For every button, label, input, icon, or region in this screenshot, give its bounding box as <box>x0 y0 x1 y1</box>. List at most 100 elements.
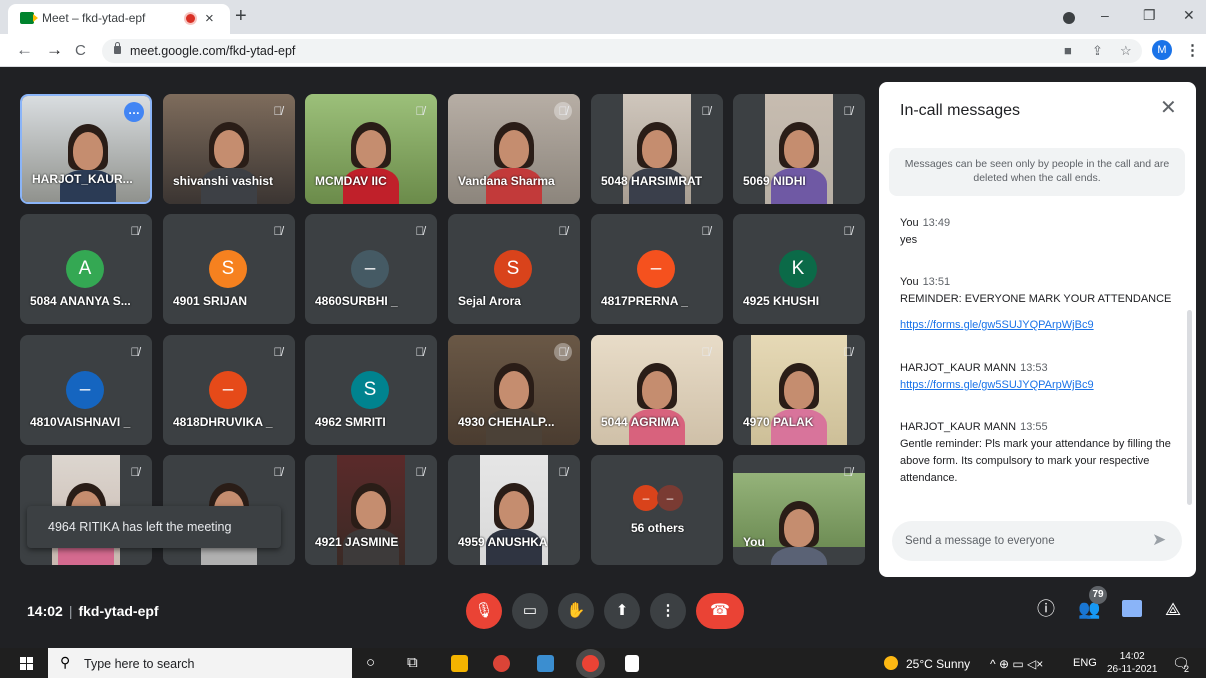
message-input[interactable]: Send a message to everyone ➤ <box>892 521 1182 561</box>
message-text: REMINDER: EVERYONE MARK YOUR ATTENDANCE <box>900 293 1172 305</box>
weather-text[interactable]: 25°C Sunny <box>906 657 970 671</box>
participant-name: 4959 ANUSHKA <box>458 535 548 549</box>
back-arrow-icon[interactable]: ← <box>16 41 33 59</box>
participant-tile[interactable]: 4921 JASMINE 🎙̸ <box>305 455 437 565</box>
participant-tile[interactable]: 4970 PALAK 🎙̸ <box>733 335 865 445</box>
participant-avatar: S <box>351 371 389 409</box>
new-tab-button[interactable]: + <box>235 6 247 26</box>
participant-tile[interactable]: You 🎙̸ <box>733 455 865 565</box>
participant-avatar: A <box>66 250 104 288</box>
participant-name: MCMDAV IIC <box>315 174 387 188</box>
participant-tile[interactable]: S 4962 SMRITI 🎙̸ <box>305 335 437 445</box>
restore-button[interactable]: ❐ <box>1143 6 1156 24</box>
minimize-button[interactable]: – <box>1101 6 1109 24</box>
share-icon[interactable]: ⇪ <box>1092 43 1103 59</box>
mic-muted-icon: 🎙̸ <box>415 224 425 238</box>
participant-tile[interactable]: S Sejal Arora 🎙̸ <box>448 214 580 324</box>
forward-arrow-icon[interactable]: → <box>46 41 63 59</box>
raise-hand-button[interactable]: ✋ <box>558 593 594 629</box>
participant-name: Sejal Arora <box>458 294 521 308</box>
participant-name: 4925 KHUSHI <box>743 294 820 308</box>
file-explorer-icon[interactable] <box>451 655 468 672</box>
send-icon[interactable]: ➤ <box>1152 531 1166 549</box>
browser-menu-icon[interactable]: ⋮ <box>1185 41 1200 59</box>
mic-muted-icon: 🎙̸ <box>701 345 711 359</box>
message-sender: HARJOT_KAUR MANN <box>900 362 1017 374</box>
chat-icon[interactable] <box>1122 600 1142 617</box>
chrome-icon[interactable] <box>493 655 510 672</box>
leave-call-button[interactable]: ☎ <box>696 593 744 629</box>
profile-avatar[interactable]: M <box>1152 40 1172 60</box>
mic-muted-icon: 🎙̸ <box>843 345 853 359</box>
taskbar-clock[interactable]: 14:02 26-11-2021 <box>1107 650 1157 676</box>
participant-tile[interactable]: K 4925 KHUSHI 🎙̸ <box>733 214 865 324</box>
meeting-details[interactable]: 14:02 | fkd-ytad-epf <box>27 603 159 619</box>
participant-avatar: – <box>66 371 104 409</box>
message-text: Gentle reminder: Pls mark your attendanc… <box>900 438 1171 484</box>
participant-name: 4818DHRUVIKA _ <box>173 415 273 429</box>
address-bar[interactable]: meet.google.com/fkd-ytad-epf ■ ⇪ ☆ <box>102 39 1142 63</box>
window-close-button[interactable]: ✕ <box>1183 6 1195 24</box>
reload-icon[interactable]: C <box>75 42 86 60</box>
message-time: 13:53 <box>1020 362 1048 374</box>
participant-tile[interactable]: Vandana Sharma 🎙̸ <box>448 94 580 204</box>
attendance-form-link[interactable]: https://forms.gle/gw5SUJYQPArpWjBc9 <box>900 379 1094 391</box>
bookmark-star-icon[interactable]: ☆ <box>1120 43 1132 59</box>
participant-tile[interactable]: 5048 HARSIMRAT 🎙̸ <box>591 94 723 204</box>
participant-tile[interactable]: HARJOT_KAUR...… <box>20 94 152 204</box>
participant-tile[interactable]: – – 56 others <box>591 455 723 565</box>
others-avatar: – <box>657 485 683 511</box>
participant-tile[interactable]: A 5084 ANANYA S... 🎙̸ <box>20 214 152 324</box>
participant-tile[interactable]: 4930 CHEHALP... 🎙̸ <box>448 335 580 445</box>
mic-muted-icon: 🎙̸ <box>558 465 568 479</box>
camera-icon: ▭ <box>522 602 538 619</box>
cortana-icon[interactable]: ○ <box>366 654 375 672</box>
camera-icon[interactable]: ■ <box>1064 43 1072 58</box>
participant-tile[interactable]: 5044 AGRIMA 🎙̸ <box>591 335 723 445</box>
clock-time: 14:02 <box>1119 651 1145 662</box>
chat-message: HARJOT_KAUR MANN 13:53 https://forms.gle/… <box>900 360 1172 394</box>
windows-start-icon[interactable] <box>20 657 34 670</box>
more-options-button[interactable]: ⋮ <box>650 593 686 629</box>
mic-muted-icon: 🎙̸ <box>554 102 572 120</box>
mic-muted-icon: 🎙̸ <box>554 343 572 361</box>
app-icon[interactable] <box>537 655 554 672</box>
mic-muted-icon: 🎙̸ <box>843 104 853 118</box>
taskbar-search[interactable]: ⚲ Type here to search <box>48 648 352 678</box>
mic-muted-icon: 🎙̸ <box>701 224 711 238</box>
document-icon[interactable] <box>625 655 639 672</box>
chrome-profile-icon[interactable] <box>582 655 599 672</box>
close-panel-button[interactable]: ✕ <box>1160 98 1177 118</box>
participant-tile[interactable]: shivanshi vashist 🎙̸ <box>163 94 295 204</box>
browser-tab[interactable]: Meet – fkd-ytad-epf × <box>8 4 230 34</box>
attendance-form-link[interactable]: https://forms.gle/gw5SUJYQPArpWjBc9 <box>900 319 1094 331</box>
message-input-placeholder: Send a message to everyone <box>905 535 1055 547</box>
more-options-icon[interactable]: … <box>124 102 144 122</box>
participant-avatar: – <box>209 371 247 409</box>
participant-tile[interactable]: S 4901 SRIJAN 🎙̸ <box>163 214 295 324</box>
participant-name: 4901 SRIJAN <box>173 294 248 308</box>
camera-button[interactable]: ▭ <box>512 593 548 629</box>
participant-tile[interactable]: – 4817PRERNA _ 🎙̸ <box>591 214 723 324</box>
meeting-info-icon[interactable]: ⓘ <box>1037 598 1055 620</box>
participant-tile[interactable]: 5069 NIDHI 🎙̸ <box>733 94 865 204</box>
present-button[interactable]: ⬆ <box>604 593 640 629</box>
participant-tile[interactable]: MCMDAV IIC 🎙̸ <box>305 94 437 204</box>
tab-close-button[interactable]: × <box>205 10 214 28</box>
extension-icon[interactable] <box>1063 12 1075 24</box>
participant-tile[interactable]: – 4860SURBHI _ 🎙̸ <box>305 214 437 324</box>
language-indicator[interactable]: ENG <box>1073 657 1097 669</box>
participant-avatar: K <box>779 250 817 288</box>
mic-muted-icon: 🎙̸ <box>415 104 425 118</box>
activities-icon[interactable]: ⟁ <box>1165 598 1181 620</box>
message-time: 13:51 <box>922 276 951 288</box>
message-sender: You <box>900 276 919 288</box>
task-view-icon[interactable]: ⧉ <box>407 654 418 672</box>
participant-tile[interactable]: 4959 ANUSHKA 🎙̸ <box>448 455 580 565</box>
tray-icons[interactable]: ^ ⊕ ▭ ◁× <box>990 657 1043 671</box>
chat-scrollbar[interactable] <box>1187 310 1192 505</box>
chat-title: In-call messages <box>900 102 1021 119</box>
mic-off-button[interactable]: 🎙 <box>466 593 502 629</box>
participant-tile[interactable]: – 4810VAISHNAVI _ 🎙̸ <box>20 335 152 445</box>
participant-tile[interactable]: – 4818DHRUVIKA _ 🎙̸ <box>163 335 295 445</box>
